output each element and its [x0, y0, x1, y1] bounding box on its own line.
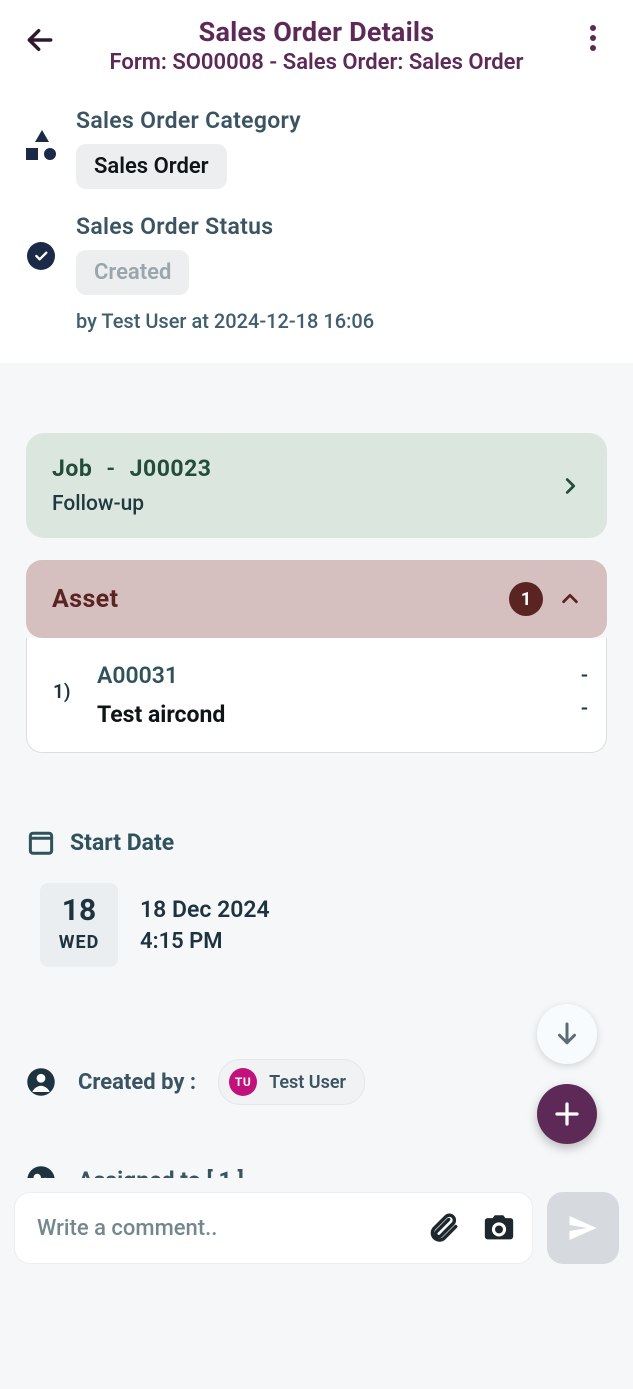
chevron-right-icon	[559, 475, 581, 497]
page-title: Sales Order Details	[199, 16, 435, 48]
comment-bar	[0, 1178, 633, 1280]
arrow-left-icon	[24, 24, 56, 56]
calendar-icon	[26, 827, 56, 857]
send-button[interactable]	[547, 1192, 619, 1264]
job-card[interactable]: Job - J00023 Follow-up	[26, 433, 607, 538]
plus-icon	[552, 1099, 582, 1129]
arrow-down-icon	[552, 1019, 582, 1049]
person-icon	[26, 1067, 56, 1097]
comment-box	[14, 1192, 533, 1264]
status-meta: by Test User at 2024-12-18 16:06	[76, 309, 607, 333]
more-menu-button[interactable]	[573, 18, 613, 58]
scroll-down-fab[interactable]	[537, 1004, 597, 1064]
add-fab[interactable]	[537, 1084, 597, 1144]
asset-name: Test aircond	[97, 701, 225, 728]
job-title: Job - J00023	[52, 455, 211, 482]
send-icon	[565, 1210, 601, 1246]
start-date-label: Start Date	[70, 829, 174, 856]
user-name: Test User	[269, 1072, 346, 1093]
camera-icon	[482, 1211, 516, 1245]
created-by-label: Created by :	[78, 1070, 196, 1095]
asset-item[interactable]: 1) A00031 - Test aircond -	[27, 638, 606, 752]
page-subtitle: Form: SO00008 - Sales Order: Sales Order	[110, 50, 524, 75]
app-header: Sales Order Details Form: SO00008 - Sale…	[0, 0, 633, 93]
category-label: Sales Order Category	[76, 107, 607, 134]
job-id: J00023	[130, 455, 212, 482]
asset-id: A00031	[97, 662, 178, 689]
attach-button[interactable]	[426, 1211, 460, 1245]
asset-count-badge: 1	[509, 582, 543, 616]
created-by-row: Created by : TU Test User	[26, 1059, 607, 1105]
asset-list: 1) A00031 - Test aircond -	[26, 638, 607, 753]
camera-button[interactable]	[482, 1211, 516, 1245]
paperclip-icon	[426, 1211, 460, 1245]
start-date-section: Start Date	[26, 827, 607, 857]
back-button[interactable]	[20, 20, 60, 60]
asset-accordion-header[interactable]: Asset 1	[26, 560, 607, 638]
status-label: Sales Order Status	[76, 213, 607, 240]
avatar: TU	[229, 1068, 257, 1096]
status-chip[interactable]: Created	[76, 250, 189, 295]
created-by-user-chip[interactable]: TU Test User	[218, 1059, 365, 1105]
job-prefix: Job	[52, 455, 92, 482]
asset-value-2: -	[581, 697, 588, 721]
check-circle-icon	[27, 242, 55, 270]
date-dow: WED	[59, 932, 100, 953]
date-tile: 18 WED	[40, 883, 118, 967]
category-chip[interactable]: Sales Order	[76, 144, 227, 189]
start-date-block[interactable]: 18 WED 18 Dec 2024 4:15 PM	[40, 883, 607, 967]
date-day: 18	[62, 893, 96, 928]
chevron-up-icon	[559, 588, 581, 610]
date-full: 18 Dec 2024	[140, 896, 270, 923]
asset-title: Asset	[52, 585, 118, 614]
job-separator: -	[107, 455, 116, 482]
category-icon	[26, 131, 56, 161]
date-time: 4:15 PM	[140, 929, 270, 954]
comment-input[interactable]	[37, 1216, 426, 1241]
asset-index: 1)	[53, 662, 77, 728]
job-subtitle: Follow-up	[52, 492, 211, 516]
more-vert-icon	[590, 25, 596, 51]
asset-value-1: -	[581, 664, 588, 688]
info-section: Sales Order Category Sales Order Sales O…	[0, 93, 633, 363]
shapes-icon	[26, 132, 56, 160]
